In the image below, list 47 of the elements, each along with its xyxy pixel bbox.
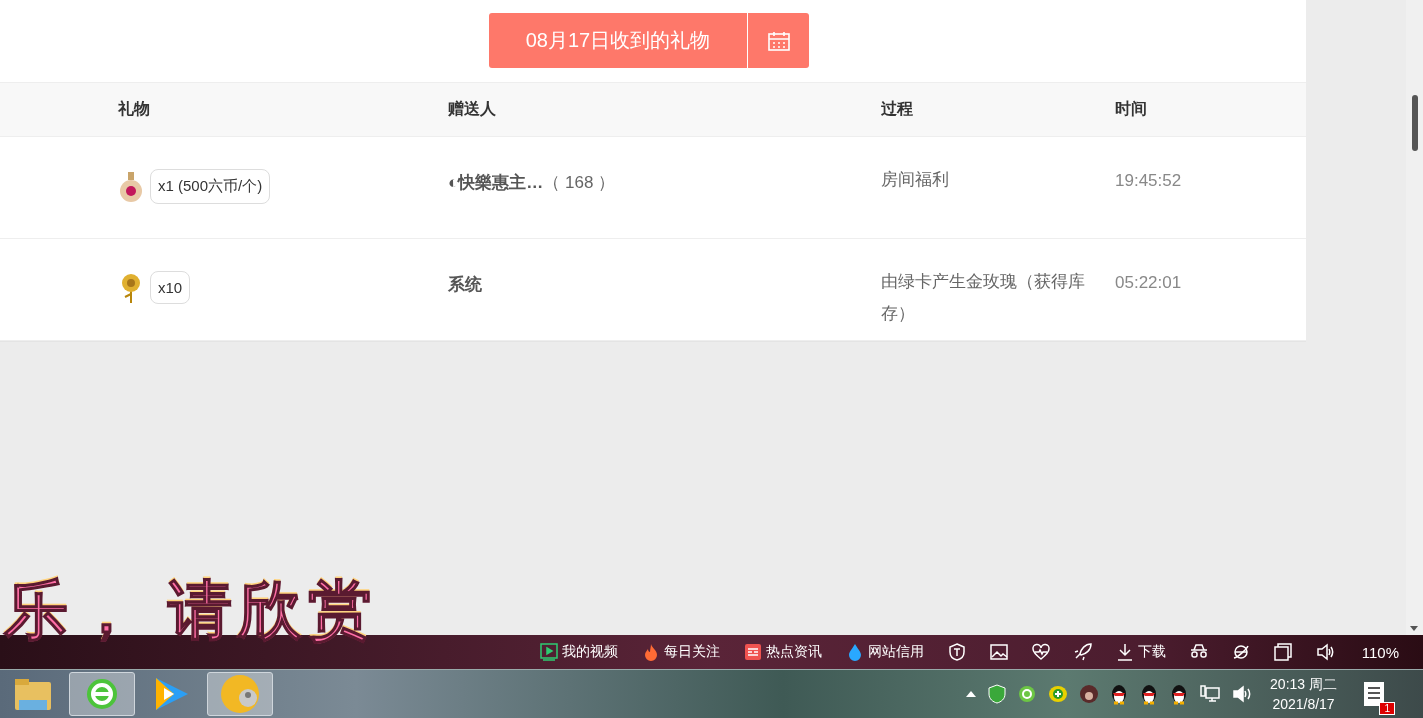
folder-icon [13,676,53,712]
clock-time[interactable]: 20:13 周二 [1270,674,1337,694]
zoom-level[interactable]: 110% [1361,643,1399,661]
sender-name: 系统 [448,274,482,296]
sender-id: （ 168 ） [543,172,616,194]
time-text: 19:45:52 [1115,171,1183,191]
network-icon [1200,685,1221,703]
status-bar-link[interactable]: 下载 [1103,643,1178,661]
window-icon [1273,643,1292,661]
status-bar-link[interactable]: 热点资讯 [731,643,834,661]
penguin-icon [1140,683,1159,705]
plus-icon [1048,685,1069,703]
play-icon [539,643,558,661]
column-header: 时间 [1115,99,1147,119]
clock-date[interactable]: 2021/8/17 [1272,694,1335,714]
avatar-icon [220,674,260,714]
glasses-icon [1189,643,1208,661]
quantity-tag: x10 [150,271,191,304]
download-icon [1115,643,1134,661]
image-icon [989,643,1008,661]
column-header: 赠送人 [448,99,496,119]
notification-badge: 1 [1379,702,1395,715]
caret-icon [966,691,977,697]
process-text: 房间福利 [881,169,950,191]
news-icon [743,643,762,661]
status-bar-link[interactable]: 每日关注 [629,643,732,661]
perfume-bottle-icon [118,170,144,203]
sender-name: ◐快樂惠主… [448,172,544,194]
calendar-icon [767,30,790,51]
column-header: 过程 [881,99,913,119]
status-bar-link[interactable]: 网站信用 [833,643,936,661]
avatar-icon [1080,685,1099,703]
shield-icon [947,643,966,661]
heart-pulse-icon [1031,643,1050,661]
process-text: 由绿卡产生金玫瑰（获得库存） [881,271,1086,325]
speaker-icon [1315,643,1334,661]
quantity-tag: x1 (500六币/个) [150,169,271,204]
status-bar-link[interactable]: 我的视频 [527,643,630,661]
penguin-icon [1170,683,1189,705]
penguin-icon [1110,683,1129,705]
column-header: 礼物 [118,99,150,119]
taskbar-app-button[interactable] [69,672,135,716]
time-text: 05:22:01 [1115,273,1183,293]
shield-icon [988,684,1007,704]
speaker-icon [1232,685,1253,703]
scrollbar[interactable] [1406,0,1423,635]
video-caption: 乐， 请欣赏 [4,573,378,648]
